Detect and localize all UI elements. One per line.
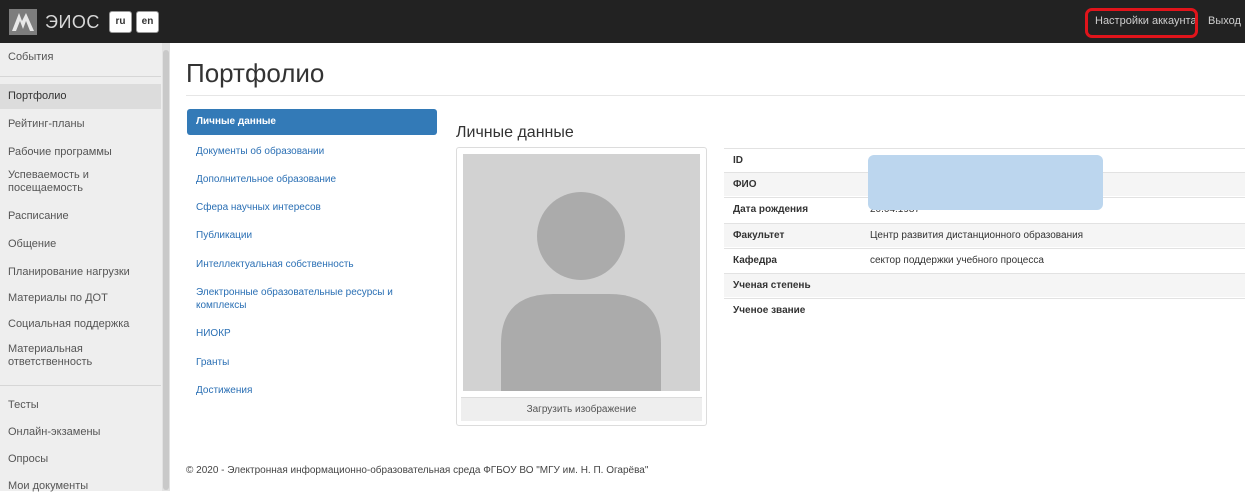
sidebar-item-events[interactable]: События bbox=[0, 51, 161, 64]
logo-icon bbox=[9, 9, 37, 35]
portfolio-nav-grants[interactable]: Гранты bbox=[187, 356, 437, 369]
sidebar-item-tests[interactable]: Тесты bbox=[0, 399, 161, 412]
sidebar-item-rating-plans[interactable]: Рейтинг-планы bbox=[0, 118, 161, 131]
row-value: сектор поддержки учебного процесса bbox=[870, 255, 1044, 266]
footer-copyright: © 2020 - Электронная информационно-образ… bbox=[186, 465, 649, 476]
sidebar-item-work-programs[interactable]: Рабочие программы bbox=[0, 146, 161, 159]
sidebar-item-surveys[interactable]: Опросы bbox=[0, 453, 161, 466]
row-label: Ученое звание bbox=[733, 305, 806, 316]
sidebar-item-communication[interactable]: Общение bbox=[0, 238, 161, 251]
logout-link[interactable]: Выход bbox=[1208, 0, 1241, 43]
sidebar-scrollbar-thumb[interactable] bbox=[163, 50, 169, 490]
lang-en-button[interactable]: en bbox=[136, 11, 159, 33]
portfolio-nav-personal-data[interactable]: Личные данные bbox=[187, 109, 437, 135]
sidebar-item-portfolio[interactable]: Портфолио bbox=[0, 84, 161, 109]
sidebar-item-material-responsibility[interactable]: Материальная ответственность bbox=[0, 343, 100, 369]
title-divider bbox=[186, 95, 1245, 96]
lang-ru-button[interactable]: ru bbox=[109, 11, 132, 33]
brand-name: ЭИОС bbox=[45, 11, 100, 32]
portfolio-nav-niokr[interactable]: НИОКР bbox=[187, 327, 437, 340]
annotation-highlight bbox=[1085, 8, 1198, 38]
sidebar-item-schedule[interactable]: Расписание bbox=[0, 210, 161, 223]
row-label: Ученая степень bbox=[733, 280, 811, 291]
sidebar-item-online-exams[interactable]: Онлайн-экзамены bbox=[0, 426, 161, 439]
sidebar-item-social-support[interactable]: Социальная поддержка bbox=[0, 318, 161, 331]
row-label: ФИО bbox=[733, 179, 757, 190]
sidebar-item-load-planning[interactable]: Планирование нагрузки bbox=[0, 266, 161, 279]
sidebar-item-dot-materials[interactable]: Материалы по ДОТ bbox=[0, 292, 161, 305]
sidebar-item-my-documents[interactable]: Мои документы bbox=[0, 480, 161, 493]
upload-image-button[interactable]: Загрузить изображение bbox=[461, 397, 702, 421]
row-value: Центр развития дистанционного образовани… bbox=[870, 230, 1084, 241]
portfolio-nav-education-documents[interactable]: Документы об образовании bbox=[187, 145, 437, 158]
row-label: Кафедра bbox=[733, 255, 777, 266]
redaction-overlay bbox=[868, 155, 1103, 210]
row-label: Дата рождения bbox=[733, 204, 809, 215]
portfolio-nav-intellectual-property[interactable]: Интеллектуальная собственность bbox=[187, 258, 437, 271]
table-row: Факультет Центр развития дистанционного … bbox=[724, 223, 1245, 247]
sidebar-divider bbox=[0, 76, 161, 77]
row-label: Факультет bbox=[733, 230, 785, 241]
brand-link[interactable]: ЭИОС bbox=[9, 9, 100, 35]
portfolio-nav-additional-education[interactable]: Дополнительное образование bbox=[187, 173, 437, 186]
page-title: Портфолио bbox=[186, 58, 325, 88]
portfolio-nav-achievements[interactable]: Достижения bbox=[187, 384, 437, 397]
sidebar-divider bbox=[0, 385, 161, 386]
table-row: Кафедра сектор поддержки учебного процес… bbox=[724, 248, 1245, 272]
top-navbar: ЭИОС ru en Настройки аккаунта Выход bbox=[0, 0, 1245, 43]
table-row: Ученое звание bbox=[724, 298, 1245, 322]
portfolio-nav-e-resources[interactable]: Электронные образовательные ресурсы и ко… bbox=[187, 286, 402, 312]
avatar bbox=[463, 154, 700, 391]
photo-panel: Загрузить изображение bbox=[456, 147, 707, 426]
row-label: ID bbox=[733, 155, 743, 166]
table-row: Ученая степень bbox=[724, 273, 1245, 297]
sidebar-item-performance[interactable]: Успеваемость и посещаемость bbox=[0, 169, 120, 195]
portfolio-nav-publications[interactable]: Публикации bbox=[187, 229, 437, 242]
user-placeholder-icon bbox=[463, 154, 700, 391]
section-title: Личные данные bbox=[456, 124, 574, 141]
portfolio-nav-research-interests[interactable]: Сфера научных интересов bbox=[187, 201, 437, 214]
